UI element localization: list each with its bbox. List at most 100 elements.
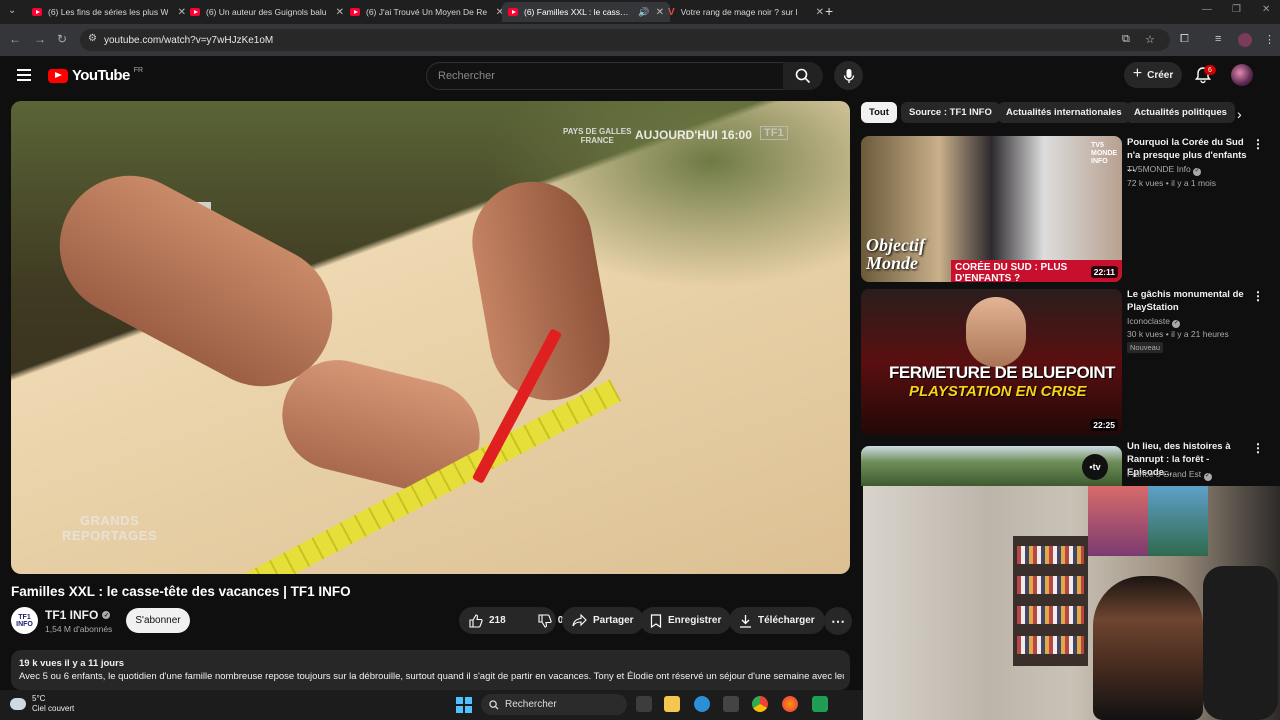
cloud-icon: [10, 698, 26, 710]
task-view-icon[interactable]: [636, 696, 652, 712]
webcam-overlay: [863, 486, 1280, 720]
youtube-favicon-icon: [32, 8, 42, 16]
video-player[interactable]: [11, 101, 850, 574]
thumbs-down-icon: [538, 613, 552, 628]
close-tab-icon[interactable]: ✕: [816, 7, 824, 18]
maximize-icon[interactable]: ❐: [1232, 4, 1241, 15]
create-button[interactable]: + Créer: [1124, 62, 1182, 88]
create-label: Créer: [1147, 69, 1174, 81]
file-explorer-icon[interactable]: [664, 696, 680, 712]
more-actions-button[interactable]: ⋯: [824, 607, 852, 635]
windows-start-icon[interactable]: [456, 697, 472, 713]
youtube-logo[interactable]: YouTube FR: [48, 67, 143, 84]
address-bar[interactable]: ⚙ youtube.com/watch?v=y7wHJzKe1oM: [80, 29, 1170, 51]
chrome-icon[interactable]: [752, 696, 768, 712]
search-button[interactable]: [783, 62, 823, 90]
chip-all[interactable]: Tout: [861, 102, 897, 123]
channel-name-link[interactable]: TF1 INFO ✓: [45, 608, 111, 622]
taskbar-search[interactable]: Rechercher: [481, 694, 627, 715]
weather-widget[interactable]: 5°C Ciel couvert: [10, 694, 74, 714]
recommendation-channel[interactable]: TV5MONDE Info ✓: [1127, 163, 1202, 176]
browser-tab[interactable]: (6) J'ai Trouvé Un Moyen De Re ✕: [344, 2, 510, 22]
account-avatar[interactable]: [1231, 64, 1253, 86]
subscribe-button[interactable]: S'abonner: [126, 608, 190, 633]
recommendation-channel[interactable]: France 3 Grand Est ✓: [1127, 468, 1212, 481]
description-box[interactable]: [11, 650, 850, 690]
bookmark-star-icon[interactable]: ☆: [1145, 33, 1155, 46]
video-overlay-logo: TF1: [760, 126, 788, 140]
minimize-icon[interactable]: —: [1202, 4, 1212, 15]
tab-title: (6) Un auteur des Guignols balu: [206, 7, 327, 17]
back-icon[interactable]: ←: [9, 32, 21, 46]
thumbnail-text: Objectif Monde: [866, 235, 925, 273]
more-vertical-icon[interactable]: ⋮: [1252, 289, 1264, 303]
like-button[interactable]: 218: [459, 607, 516, 634]
verified-icon: ✓: [102, 611, 111, 619]
youtube-play-icon: [48, 68, 68, 83]
browser-tab-strip: ⌄ (6) Les fins de séries les plus W ✕ (6…: [0, 0, 1280, 24]
voice-search-button[interactable]: [834, 61, 863, 90]
tab-title: Votre rang de mage noir ? sur l: [680, 7, 798, 17]
browser-tab[interactable]: (6) Un auteur des Guignols balu ✕: [184, 2, 350, 22]
video-frame-detail: [462, 172, 620, 410]
temperature: 5°C: [32, 694, 46, 703]
video-overlay-time: AUJOURD'HUI 16:00: [635, 128, 752, 142]
share-label: Partager: [593, 615, 634, 626]
more-vertical-icon[interactable]: ⋮: [1252, 441, 1264, 455]
recommendation-title[interactable]: Le gâchis monumental de PlayStation: [1127, 288, 1247, 314]
video-title: Familles XXL : le casse-tête des vacance…: [11, 584, 351, 599]
new-tab-button[interactable]: +: [825, 3, 833, 19]
more-vertical-icon[interactable]: ⋮: [1252, 137, 1264, 151]
thumbs-up-icon: [469, 613, 483, 628]
browser-tab[interactable]: (6) Les fins de séries les plus W ✕: [26, 2, 192, 22]
menu-icon[interactable]: [17, 69, 31, 81]
france-tv-logo: •tv: [1082, 454, 1108, 480]
close-tab-icon[interactable]: ✕: [336, 7, 344, 18]
forward-icon[interactable]: →: [34, 32, 46, 46]
recommendation-channel[interactable]: Iconoclaste ✓: [1127, 315, 1181, 328]
chip-political-news[interactable]: Actualités politiques: [1126, 102, 1235, 123]
taskbar-search-label: Rechercher: [505, 699, 557, 710]
search-box: [426, 62, 784, 90]
video-thumbnail[interactable]: Objectif Monde CORÉE DU SUD : PLUS D'ENF…: [861, 136, 1122, 282]
chip-source[interactable]: Source : TF1 INFO: [901, 102, 1000, 123]
browser-tab[interactable]: V Votre rang de mage noir ? sur l ✕: [662, 2, 830, 22]
download-button[interactable]: Télécharger: [729, 607, 825, 634]
wall-poster: [1148, 486, 1208, 556]
tab-title: (6) Familles XXL : le casse-tê: [524, 7, 633, 17]
close-window-icon[interactable]: ✕: [1262, 4, 1270, 15]
browser-menu-icon[interactable]: ⋮: [1264, 33, 1275, 46]
chip-international-news[interactable]: Actualités internationales: [998, 102, 1130, 123]
search-input[interactable]: [436, 69, 760, 83]
streamer: [1093, 576, 1203, 720]
firefox-icon[interactable]: [782, 696, 798, 712]
youtube-favicon-icon: [350, 8, 360, 16]
gaming-chair: [1203, 566, 1278, 720]
notification-count-badge: 6: [1204, 65, 1216, 75]
thumbnail-text: PLAYSTATION EN CRISE: [909, 383, 1087, 400]
search-icon: [795, 68, 811, 84]
wall-poster: [1088, 486, 1148, 556]
store-icon[interactable]: [723, 696, 739, 712]
extensions-icon[interactable]: ⧠: [1180, 33, 1189, 46]
save-button[interactable]: Enregistrer: [640, 607, 732, 634]
site-info-icon[interactable]: ⚙: [88, 33, 97, 44]
video-thumbnail[interactable]: •tv: [861, 446, 1122, 486]
install-app-icon[interactable]: ⧉: [1122, 33, 1130, 46]
edge-browser-icon[interactable]: [694, 696, 710, 712]
reload-icon[interactable]: ↻: [57, 32, 67, 46]
plus-icon: +: [1132, 65, 1143, 82]
browser-tab-active[interactable]: (6) Familles XXL : le casse-tê 🔊 ✕: [502, 2, 670, 22]
download-icon: [740, 614, 751, 628]
video-overlay-location: PAYS DE GALLES FRANCE: [563, 127, 632, 145]
media-control-icon[interactable]: ≡: [1215, 33, 1221, 45]
chevron-right-icon[interactable]: ›: [1237, 106, 1242, 122]
video-thumbnail[interactable]: FERMETURE DE BLUEPOINT PLAYSTATION EN CR…: [861, 289, 1122, 435]
profile-avatar[interactable]: [1238, 33, 1252, 47]
share-button[interactable]: Partager: [562, 607, 644, 634]
channel-avatar[interactable]: TF1 INFO: [11, 607, 38, 634]
channel-name: Iconoclaste: [1127, 316, 1170, 326]
app-icon[interactable]: [812, 696, 828, 712]
tab-list-chevron-icon[interactable]: ⌄: [8, 5, 16, 16]
speaker-icon[interactable]: 🔊: [638, 7, 649, 18]
